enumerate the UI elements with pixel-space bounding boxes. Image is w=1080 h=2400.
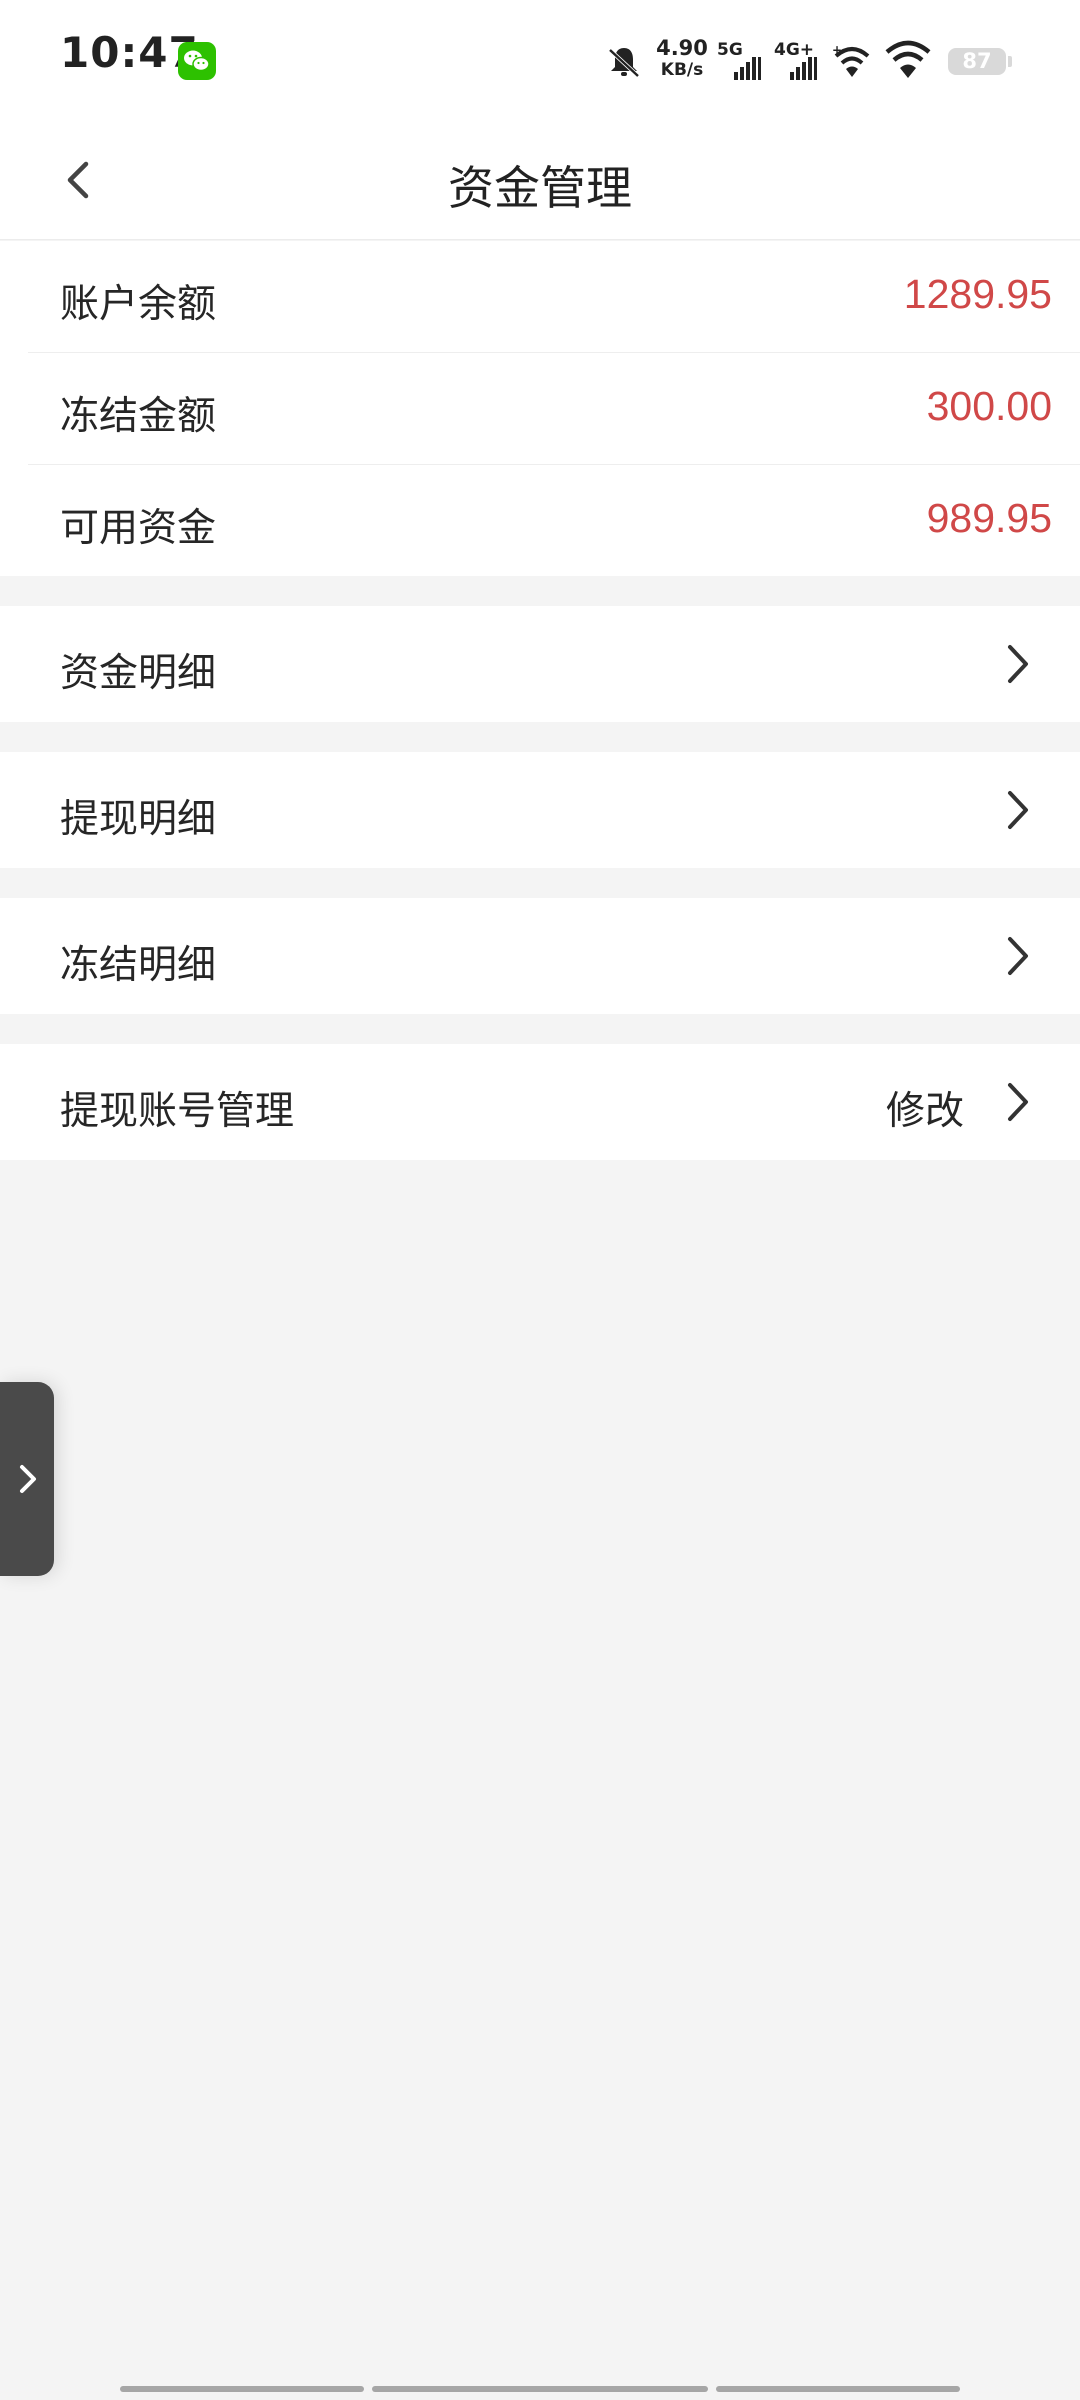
floating-side-tab[interactable] [0, 1382, 54, 1576]
chevron-right-icon [20, 1465, 36, 1493]
nav-bar-segment [372, 2386, 708, 2392]
wifi-hotspot-icon: + [832, 44, 870, 77]
nav-header: 资金管理 [0, 120, 1080, 240]
frozen-details-label: 冻结明细 [60, 943, 217, 988]
account-balance-value: 1289.95 [903, 271, 1052, 317]
chevron-right-icon [1008, 1083, 1028, 1121]
fund-details-item[interactable]: 资金明细 [0, 606, 1080, 722]
available-funds-row: 可用资金 989.95 [28, 465, 1080, 577]
available-funds-value: 989.95 [926, 495, 1052, 541]
nav-bar-segment [716, 2386, 960, 2392]
nav-bar-segment [120, 2386, 364, 2392]
chevron-right-icon [1008, 645, 1028, 683]
mute-bell-icon [608, 48, 640, 78]
frozen-amount-value: 300.00 [926, 383, 1052, 429]
frozen-amount-row: 冻结金额 300.00 [28, 353, 1080, 465]
withdraw-details-label: 提现明细 [60, 797, 217, 842]
status-bar: 10:47 4.90 KB/s 5G 4G+ + 87 [0, 0, 1080, 120]
signal-bars-icon [734, 57, 761, 80]
account-balance-row: 账户余额 1289.95 [28, 241, 1080, 353]
wifi-icon [885, 40, 931, 78]
page-title: 资金管理 [448, 161, 632, 215]
battery-indicator: 87 [948, 48, 1012, 75]
chevron-right-icon [1008, 791, 1028, 829]
fund-details-label: 资金明细 [60, 651, 217, 696]
network-speed-unit: KB/s [660, 60, 704, 80]
frozen-details-item[interactable]: 冻结明细 [0, 898, 1080, 1014]
frozen-amount-label: 冻结金额 [60, 394, 217, 439]
account-balance-label: 账户余额 [60, 282, 217, 327]
wechat-icon [178, 42, 216, 80]
balance-summary: 账户余额 1289.95 冻结金额 300.00 可用资金 989.95 [0, 241, 1080, 576]
chevron-right-icon [1008, 937, 1028, 975]
edit-action-label: 修改 [885, 1089, 964, 1134]
svg-text:+: + [832, 44, 842, 57]
withdraw-account-label: 提现账号管理 [60, 1089, 295, 1134]
network-speed: 4.90 KB/s [656, 38, 708, 79]
signal-bars-icon [790, 57, 817, 80]
network-speed-value: 4.90 [656, 36, 708, 60]
available-funds-label: 可用资金 [60, 506, 217, 551]
withdraw-details-item[interactable]: 提现明细 [0, 752, 1080, 868]
withdraw-account-item[interactable]: 提现账号管理 修改 [0, 1044, 1080, 1160]
